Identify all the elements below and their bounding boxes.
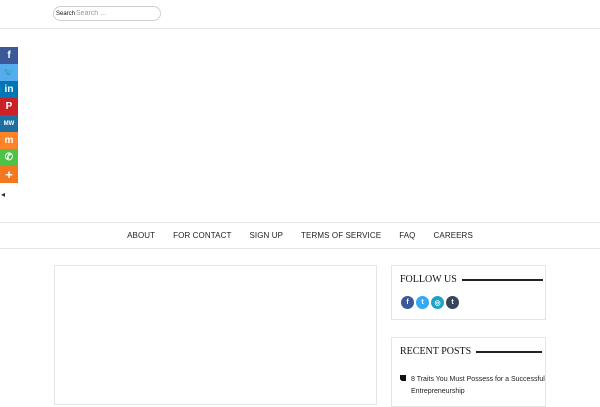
post-bullet-icon [400,375,406,381]
follow-us-widget: FOLLOW US f t ◎ t [391,265,546,320]
main-nav: ABOUT FOR CONTACT SIGN UP TERMS OF SERVI… [0,222,600,249]
nav-faq[interactable]: FAQ [399,231,415,240]
top-bar: Search [0,0,600,29]
search-input[interactable] [76,7,157,20]
instagram-icon[interactable]: ◎ [431,296,444,309]
pinterest-share-button[interactable]: P [0,98,18,115]
main-content-area [54,265,377,405]
hide-share-icon[interactable]: ◂ [1,190,5,199]
nav-for-contact[interactable]: FOR CONTACT [173,231,231,240]
facebook-share-button[interactable]: f [0,47,18,64]
nav-about[interactable]: ABOUT [127,231,155,240]
linkedin-share-button[interactable]: in [0,81,18,98]
recent-post-link[interactable]: 8 Traits You Must Possess for a Successf… [411,374,546,398]
nav-sign-up[interactable]: SIGN UP [249,231,283,240]
twitter-icon[interactable]: t [416,296,429,309]
recent-posts-title: RECENT POSTS [400,346,543,357]
twitter-share-button[interactable]: 🐦 [0,64,18,81]
follow-us-title: FOLLOW US [400,274,543,285]
follow-us-heading: FOLLOW US [400,274,457,285]
recent-posts-widget: RECENT POSTS 8 Traits You Must Possess f… [391,337,546,407]
nav-careers[interactable]: CAREERS [434,231,473,240]
mewe-share-button[interactable]: MW [0,115,18,132]
title-divider [461,278,543,281]
social-icons: f t ◎ t [401,296,461,309]
list-item: 8 Traits You Must Possess for a Successf… [400,374,546,398]
whatsapp-share-button[interactable]: ✆ [0,149,18,166]
more-share-button[interactable]: + [0,166,18,183]
nav-terms-of-service[interactable]: TERMS OF SERVICE [301,231,381,240]
mix-share-button[interactable]: m [0,132,18,149]
title-divider [476,350,543,353]
share-sidebar: f 🐦 in P MW m ✆ + [0,47,18,183]
tumblr-icon[interactable]: t [446,296,459,309]
search-label: Search [56,10,76,17]
recent-posts-heading: RECENT POSTS [400,346,472,357]
facebook-icon[interactable]: f [401,296,414,309]
search-form: Search [53,6,161,21]
